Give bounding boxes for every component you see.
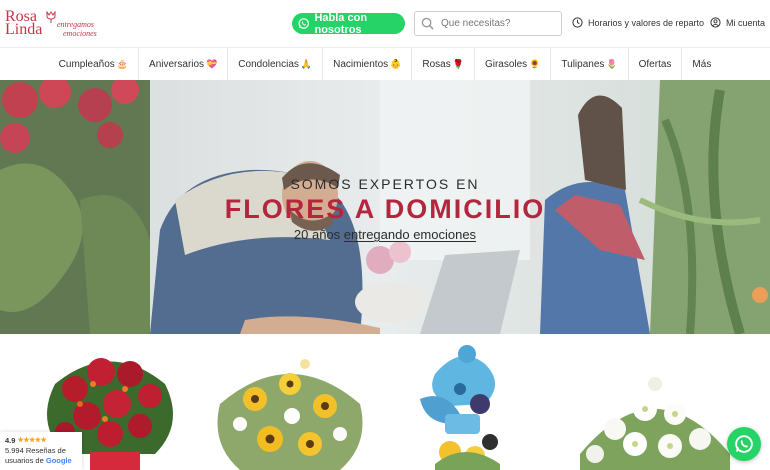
review-source-prefix: usuarios de [5, 456, 46, 465]
brand-tagline-line1: entregamos [57, 20, 95, 29]
tulip-logo-icon [46, 11, 56, 23]
nav-item-girasoles[interactable]: Girasoles 🌻 [473, 48, 550, 80]
hero-emotions-link[interactable]: entregando emociones [344, 227, 476, 242]
delivery-hours-link[interactable]: Horarios y valores de reparto [572, 17, 704, 28]
cake-icon: 🎂 [116, 58, 129, 69]
review-rating-value: 4.9 [5, 436, 16, 445]
baby-balloon-arrangement-icon[interactable] [405, 344, 525, 470]
nav-item-condolencias[interactable]: Condolencias 🙏 [227, 48, 322, 80]
brand-name-line2: Linda [5, 21, 43, 38]
nav-label: Condolencias [238, 58, 299, 70]
review-source: usuarios de Google [5, 456, 77, 466]
brand-name: Rosa Linda [5, 9, 43, 38]
nav-label: Aniversarios [149, 58, 205, 70]
brand-logo[interactable]: Rosa Linda entregamos emociones [5, 9, 105, 40]
product-grid [0, 334, 770, 470]
nav-label: Tulipanes [561, 58, 605, 70]
sunflower-icon: 🌻 [529, 58, 541, 69]
heart-gift-icon: 💝 [206, 58, 218, 69]
nav-label: Nacimientos [333, 58, 389, 70]
review-count-text: 5.994 Reseñas de [5, 446, 66, 455]
clock-icon [572, 17, 583, 28]
hero-line-3: 20 años entregando emociones [0, 227, 770, 242]
nav-item-cumpleanos[interactable]: Cumpleaños 🎂 [49, 48, 138, 80]
whatsapp-icon [735, 435, 753, 453]
sunflower-bouquet-icon[interactable] [210, 344, 370, 470]
hero-line-3-prefix: 20 años [293, 227, 344, 242]
whatsapp-chat-button[interactable]: Habla con nosotros [292, 11, 405, 36]
brand-tagline-line2: emociones [63, 29, 97, 38]
nav-item-aniversarios[interactable]: Aniversarios 💝 [138, 48, 227, 80]
brand-tagline: entregamos emociones [57, 20, 97, 38]
nav-item-rosas[interactable]: Rosas 🌹 [411, 48, 474, 80]
site-header: Rosa Linda entregamos emociones Habla co… [0, 0, 770, 48]
nav-label: Más [692, 58, 712, 70]
hero-banner[interactable]: SOMOS EXPERTOS EN FLORES A DOMICILIO 20 … [0, 80, 770, 334]
tulip-icon: 🌷 [606, 58, 618, 69]
white-flower-arrangement-icon[interactable] [575, 344, 735, 470]
rose-icon: 🌹 [452, 58, 464, 69]
google-logo-text: Google [45, 456, 72, 465]
search-box[interactable] [414, 11, 562, 36]
hero-headline: SOMOS EXPERTOS EN FLORES A DOMICILIO 20 … [0, 176, 770, 242]
hero-line-2: FLORES A DOMICILIO [224, 194, 546, 224]
nav-item-nacimientos[interactable]: Nacimientos 👶 [322, 48, 411, 80]
category-nav: Cumpleaños 🎂 Aniversarios 💝 Condolencias 🙏 … [0, 48, 770, 80]
user-icon [710, 17, 721, 28]
star-rating-icon: ★★★★★ [17, 437, 47, 444]
baby-icon: 👶 [390, 58, 402, 69]
delivery-hours-label: Horarios y valores de reparto [588, 17, 705, 28]
whatsapp-icon [298, 18, 309, 29]
whatsapp-floating-button[interactable] [727, 427, 761, 461]
nav-label: Rosas [422, 58, 451, 70]
nav-item-tulipanes[interactable]: Tulipanes 🌷 [550, 48, 627, 80]
nav-item-mas[interactable]: Más [681, 48, 721, 80]
nav-label: Ofertas [638, 58, 672, 70]
search-icon [421, 17, 434, 30]
whatsapp-chat-label: Habla con nosotros [314, 11, 368, 36]
search-input[interactable] [441, 18, 551, 29]
nav-label: Girasoles [484, 58, 528, 70]
account-link[interactable]: Mi cuenta [710, 17, 765, 28]
nav-item-ofertas[interactable]: Ofertas [627, 48, 682, 80]
praying-hands-icon: 🙏 [300, 58, 313, 69]
account-label: Mi cuenta [726, 17, 766, 28]
google-reviews-badge[interactable]: 4.9 ★★★★★ 5.994 Reseñas de usuarios de G… [0, 432, 82, 470]
hero-line-1: SOMOS EXPERTOS EN [290, 176, 480, 192]
review-rating-row: 4.9 ★★★★★ [5, 436, 77, 446]
nav-label: Cumpleaños [58, 58, 115, 70]
